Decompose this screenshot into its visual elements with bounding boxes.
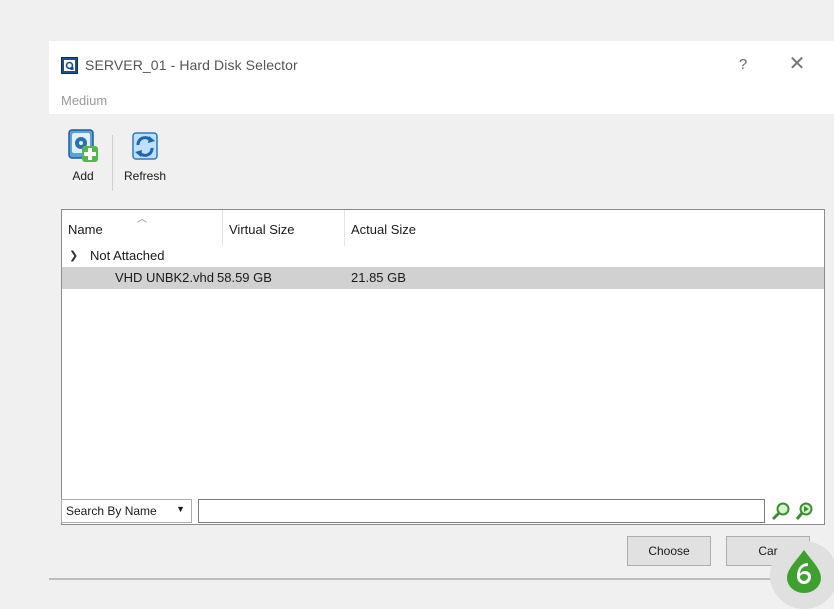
column-header-name[interactable]: Name <box>68 222 103 237</box>
toolbar: Add Refresh <box>49 129 834 199</box>
window-bottom-border <box>49 578 834 580</box>
chevron-down-icon[interactable]: ❯ <box>69 249 78 262</box>
refresh-icon <box>132 132 158 160</box>
group-row-not-attached[interactable]: ❯ Not Attached <box>62 246 824 266</box>
tree-header: ︿ Name Virtual Size Actual Size <box>62 210 824 246</box>
search-input[interactable] <box>198 499 765 523</box>
hard-disk-selector-dialog: SERVER_01 - Hard Disk Selector ? ✕ Mediu… <box>49 41 834 579</box>
menu-item-medium[interactable]: Medium <box>61 93 107 108</box>
search-mode-select[interactable]: Search By Name ▼ <box>61 499 192 523</box>
dropdown-arrow-icon: ▼ <box>176 504 185 514</box>
add-label: Add <box>72 169 94 183</box>
table-row[interactable]: VHD UNBK2.vhd 58.59 GB 21.85 GB <box>62 267 824 289</box>
window-title: SERVER_01 - Hard Disk Selector <box>85 57 298 73</box>
disk-actual-size: 21.85 GB <box>351 270 406 285</box>
close-button[interactable]: ✕ <box>785 53 809 77</box>
sort-arrow-icon: ︿ <box>137 214 147 225</box>
green-drop-logo-icon <box>787 550 821 593</box>
column-separator[interactable] <box>344 210 345 246</box>
virtualbox-app-icon <box>61 57 78 74</box>
search-bar: Search By Name ▼ <box>61 499 825 525</box>
toolbar-separator <box>112 135 113 191</box>
disk-virtual-size: 58.59 GB <box>217 270 272 285</box>
search-next-icon[interactable] <box>795 501 815 521</box>
column-separator[interactable] <box>222 210 223 246</box>
refresh-button[interactable]: Refresh <box>119 129 171 199</box>
column-header-virtual-size[interactable]: Virtual Size <box>229 222 295 237</box>
choose-button[interactable]: Choose <box>627 536 711 566</box>
disk-name: VHD UNBK2.vhd <box>115 270 214 285</box>
help-button[interactable]: ? <box>733 53 753 77</box>
search-mode-label: Search By Name <box>66 504 157 518</box>
watermark-badge <box>770 541 834 609</box>
medium-tree-view[interactable]: ︿ Name Virtual Size Actual Size ❯ Not At… <box>61 209 825 525</box>
add-button[interactable]: Add <box>61 129 105 199</box>
add-disk-icon <box>68 129 98 162</box>
menu-bar: Medium <box>49 88 834 114</box>
title-bar: SERVER_01 - Hard Disk Selector ? ✕ <box>49 41 834 88</box>
refresh-label: Refresh <box>123 169 167 183</box>
column-header-actual-size[interactable]: Actual Size <box>351 222 416 237</box>
search-previous-icon[interactable] <box>771 501 791 521</box>
group-label: Not Attached <box>90 248 165 263</box>
